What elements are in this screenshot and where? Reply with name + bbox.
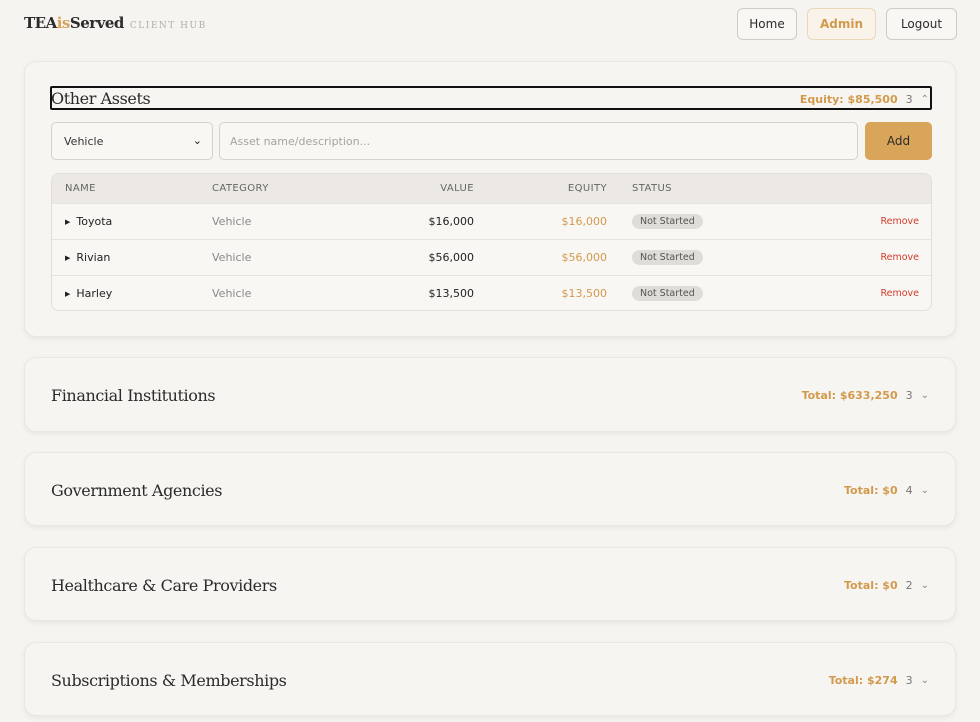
section-financial-institutions[interactable]: Financial Institutions Total: $633,250 3…	[24, 357, 956, 432]
asset-name-input[interactable]: Asset name/description...	[219, 122, 858, 160]
chevron-down-icon[interactable]: ⌄	[921, 390, 929, 401]
section-count: 3	[905, 389, 913, 402]
status-badge: Not Started	[632, 286, 703, 301]
section-meta: Total: $0 2 ⌄	[844, 579, 929, 592]
caret-right-icon: ▶	[65, 218, 71, 226]
row-value: $56,000	[428, 251, 475, 264]
col-value: VALUE	[440, 183, 474, 194]
section-total: Total: $274	[828, 674, 898, 687]
section-total: Total: $633,250	[801, 389, 898, 402]
chevron-down-icon[interactable]: ⌄	[921, 580, 929, 591]
admin-button[interactable]: Admin	[807, 8, 876, 40]
table-row: ▶ Harley Vehicle $13,500 $13,500 Not Star…	[52, 275, 931, 310]
section-total: Total: $0	[844, 484, 898, 497]
section-title: Subscriptions & Memberships	[51, 671, 287, 690]
other-assets-meta: Equity: $85,500 3 ⌃	[800, 93, 929, 106]
row-name[interactable]: ▶ Toyota	[65, 215, 112, 228]
row-category: Vehicle	[212, 287, 252, 300]
col-equity: EQUITY	[567, 183, 607, 194]
remove-button[interactable]: Remove	[880, 252, 919, 263]
section-total: Total: $0	[844, 579, 898, 592]
row-equity: $56,000	[561, 251, 608, 264]
section-meta: Total: $633,250 3 ⌄	[802, 389, 929, 402]
asset-name-placeholder: Asset name/description...	[230, 134, 371, 148]
row-category: Vehicle	[212, 215, 252, 228]
brand-logo[interactable]: TEAisServed CLIENT HUB	[24, 14, 207, 32]
col-name: NAME	[65, 183, 96, 194]
top-bar: TEAisServed CLIENT HUB Home Admin Logout	[0, 0, 980, 50]
chevron-down-icon[interactable]: ⌄	[921, 675, 929, 686]
chevron-down-icon[interactable]: ⌄	[921, 485, 929, 496]
status-badge: Not Started	[632, 214, 703, 229]
section-title: Financial Institutions	[51, 386, 216, 405]
section-count: 2	[905, 579, 913, 592]
category-select-value: Vehicle	[64, 134, 104, 148]
chevron-down-icon: ⌄	[192, 134, 202, 147]
table-header: NAME CATEGORY VALUE EQUITY STATUS	[52, 174, 931, 203]
section-title: Government Agencies	[51, 481, 223, 500]
brand-part-1: TEA	[24, 14, 57, 32]
col-category: CATEGORY	[212, 183, 269, 194]
row-name[interactable]: ▶ Harley	[65, 287, 112, 300]
section-title: Healthcare & Care Providers	[51, 576, 277, 595]
section-subscriptions[interactable]: Subscriptions & Memberships Total: $274 …	[24, 642, 956, 716]
row-name[interactable]: ▶ Rivian	[65, 251, 110, 264]
table-row: ▶ Rivian Vehicle $56,000 $56,000 Not Star…	[52, 239, 931, 275]
section-government-agencies[interactable]: Government Agencies Total: $0 4 ⌄	[24, 452, 956, 526]
assets-table: NAME CATEGORY VALUE EQUITY STATUS ▶ Toyot…	[51, 173, 932, 311]
brand-part-3: Served	[69, 14, 125, 32]
remove-button[interactable]: Remove	[880, 216, 919, 227]
section-healthcare[interactable]: Healthcare & Care Providers Total: $0 2 …	[24, 547, 956, 621]
row-value: $13,500	[428, 287, 475, 300]
equity-total: Equity: $85,500	[799, 93, 898, 106]
brand-part-2: is	[56, 14, 71, 32]
row-name-label: Toyota	[76, 215, 113, 228]
row-name-label: Rivian	[76, 251, 111, 264]
section-meta: Total: $0 4 ⌄	[844, 484, 929, 497]
remove-button[interactable]: Remove	[880, 288, 919, 299]
row-equity: $16,000	[561, 215, 608, 228]
section-count: 3	[905, 674, 913, 687]
section-count: 4	[905, 484, 913, 497]
row-name-label: Harley	[76, 287, 113, 300]
other-assets-card: Other Assets Equity: $85,500 3 ⌃ Vehicle…	[24, 61, 956, 337]
status-badge: Not Started	[632, 250, 703, 265]
category-select[interactable]: Vehicle ⌄	[51, 122, 213, 160]
row-value: $16,000	[428, 215, 475, 228]
caret-right-icon: ▶	[65, 254, 71, 262]
caret-right-icon: ▶	[65, 290, 71, 298]
item-count: 3	[905, 93, 913, 106]
table-row: ▶ Toyota Vehicle $16,000 $16,000 Not Star…	[52, 203, 931, 239]
row-category: Vehicle	[212, 251, 252, 264]
home-button[interactable]: Home	[737, 8, 797, 40]
logout-button[interactable]: Logout	[886, 8, 957, 40]
row-equity: $13,500	[561, 287, 608, 300]
col-status: STATUS	[632, 183, 672, 194]
brand-subtitle: CLIENT HUB	[129, 21, 207, 31]
chevron-up-icon[interactable]: ⌃	[921, 94, 929, 105]
other-assets-title: Other Assets	[51, 89, 151, 108]
section-meta: Total: $274 3 ⌄	[829, 674, 929, 687]
add-button[interactable]: Add	[865, 122, 932, 160]
